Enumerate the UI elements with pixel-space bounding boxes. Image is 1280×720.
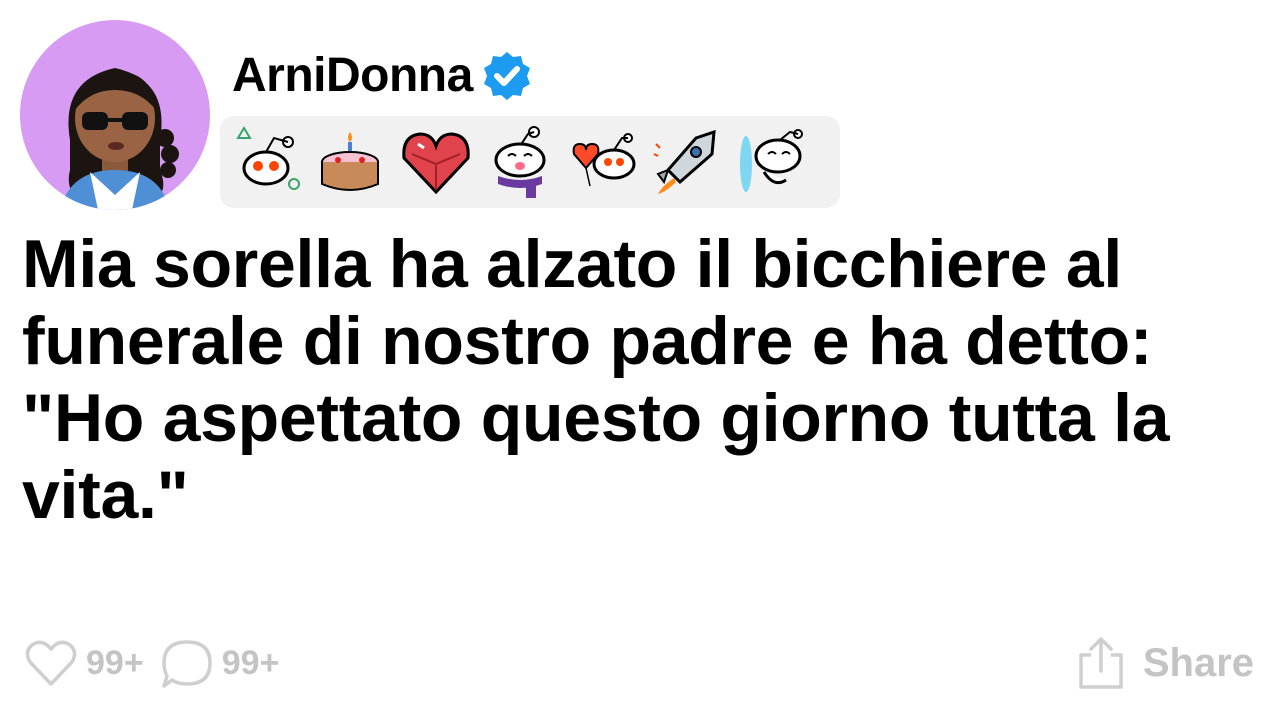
birthday-cake-badge-icon — [321, 132, 379, 191]
comment-bubble-icon — [161, 640, 212, 688]
comment-button[interactable]: 99+ — [158, 634, 280, 692]
heart-icon — [25, 640, 77, 686]
achievement-badges — [220, 116, 840, 208]
post-title: Mia sorella ha alzato il bicchiere al fu… — [22, 226, 1170, 533]
like-count: 99+ — [86, 643, 144, 682]
author-name-row[interactable]: ArniDonna — [232, 48, 535, 104]
comment-count: 99+ — [221, 643, 280, 682]
snoo-scarf-badge-icon — [494, 126, 546, 198]
rocket-badge-icon — [653, 129, 716, 194]
snoo-portal-badge-icon — [740, 129, 803, 192]
share-button[interactable]: Share — [1073, 635, 1254, 691]
avatar-girl-icon — [60, 68, 179, 210]
snoo-shapes-badge-icon — [236, 126, 300, 190]
author-avatar[interactable] — [20, 20, 210, 210]
crystal-heart-badge-icon — [402, 132, 470, 195]
post-actions: 99+ 99+ Share — [22, 628, 1262, 698]
like-button[interactable]: 99+ — [22, 634, 144, 692]
share-label: Share — [1142, 640, 1254, 685]
share-icon — [1079, 637, 1123, 689]
author-username[interactable]: ArniDonna — [232, 48, 473, 104]
snoo-heart-balloon-badge-icon — [572, 133, 636, 187]
verified-icon — [483, 52, 530, 100]
